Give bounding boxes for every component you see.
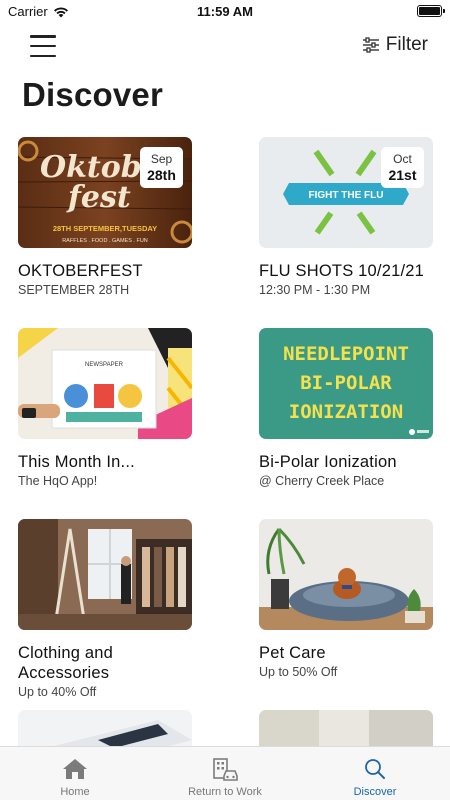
svg-text:fest: fest xyxy=(66,180,131,215)
card-this-month-in[interactable]: NEWSPAPER This Month In... The HqO App! xyxy=(18,328,192,488)
badge-month: Oct xyxy=(393,152,412,166)
svg-text:BI-POLAR: BI-POLAR xyxy=(300,372,392,394)
nav-bar: Filter xyxy=(0,30,450,64)
card-image-flu-shots: FIGHT THE FLU Oct 21st xyxy=(259,137,433,248)
filter-button[interactable]: Filter xyxy=(362,34,428,56)
svg-text:FIGHT THE FLU: FIGHT THE FLU xyxy=(309,190,384,201)
card-title: OKTOBERFEST xyxy=(18,262,143,280)
card-image-pet-bed xyxy=(259,519,433,630)
card-image-clothing-store xyxy=(18,519,192,630)
svg-text:NEWSPAPER: NEWSPAPER xyxy=(85,362,124,368)
badge-day: 21st xyxy=(388,167,417,183)
card-subtitle: Up to 40% Off xyxy=(18,685,97,699)
card-subtitle: @ Cherry Creek Place xyxy=(259,474,385,488)
card-title: Pet Care xyxy=(259,644,326,662)
home-icon xyxy=(63,759,87,779)
card-title: Clothing and Accessories xyxy=(18,644,114,682)
menu-button[interactable] xyxy=(30,35,56,57)
svg-text:NEEDLEPOINT: NEEDLEPOINT xyxy=(283,343,409,365)
tab-return-to-work[interactable]: Return to Work xyxy=(150,747,300,800)
date-badge: Oct 21st xyxy=(381,147,424,188)
card-flu-shots[interactable]: FIGHT THE FLU Oct 21st FLU SHOTS 10/21/2… xyxy=(259,137,433,297)
svg-text:RAFFLES . FOOD . GAMES . FUN: RAFFLES . FOOD . GAMES . FUN xyxy=(62,238,148,244)
card-title: This Month In... xyxy=(18,453,135,471)
card-oktoberfest[interactable]: Oktob fest 28TH SEPTEMBER,TUESDAY RAFFLE… xyxy=(18,137,192,297)
card-subtitle: 12:30 PM - 1:30 PM xyxy=(259,283,371,297)
svg-text:IONIZATION: IONIZATION xyxy=(289,401,403,423)
sliders-icon xyxy=(362,37,379,53)
status-bar: Carrier 11:59 AM xyxy=(0,0,450,24)
filter-label: Filter xyxy=(385,34,428,55)
search-icon xyxy=(365,759,385,779)
building-car-icon xyxy=(213,758,238,781)
card-bi-polar-ionization[interactable]: NEEDLEPOINT BI-POLAR IONIZATION Bi-Polar… xyxy=(259,328,433,488)
card-image-oktoberfest: Oktob fest 28TH SEPTEMBER,TUESDAY RAFFLE… xyxy=(18,137,192,248)
tab-bar: Home Return to Work Discover xyxy=(0,746,450,800)
badge-day: 28th xyxy=(147,167,176,183)
card-image-newspaper: NEWSPAPER xyxy=(18,328,192,439)
tab-label: Return to Work xyxy=(188,786,262,798)
tab-home[interactable]: Home xyxy=(0,747,150,800)
page-title: Discover xyxy=(22,76,164,113)
tab-label: Home xyxy=(60,786,90,798)
card-subtitle: Up to 50% Off xyxy=(259,665,338,679)
card-title: Bi-Polar Ionization xyxy=(259,453,397,471)
card-subtitle: The HqO App! xyxy=(18,474,98,488)
date-badge: Sep 28th xyxy=(140,147,183,188)
badge-month: Sep xyxy=(150,152,173,166)
tab-label: Discover xyxy=(353,786,397,798)
card-pet-care[interactable]: Pet Care Up to 50% Off xyxy=(259,519,433,679)
status-time: 11:59 AM xyxy=(197,4,253,19)
card-clothing-accessories[interactable]: Clothing and Accessories Up to 40% Off xyxy=(18,519,192,699)
card-title: FLU SHOTS 10/21/21 xyxy=(259,262,425,280)
svg-text:28TH SEPTEMBER,TUESDAY: 28TH SEPTEMBER,TUESDAY xyxy=(53,224,157,233)
hamburger-icon xyxy=(30,35,56,38)
card-image-needlepoint: NEEDLEPOINT BI-POLAR IONIZATION xyxy=(259,328,433,439)
battery-icon xyxy=(417,5,445,17)
tab-discover[interactable]: Discover xyxy=(300,747,450,800)
card-subtitle: SEPTEMBER 28TH xyxy=(18,283,130,297)
